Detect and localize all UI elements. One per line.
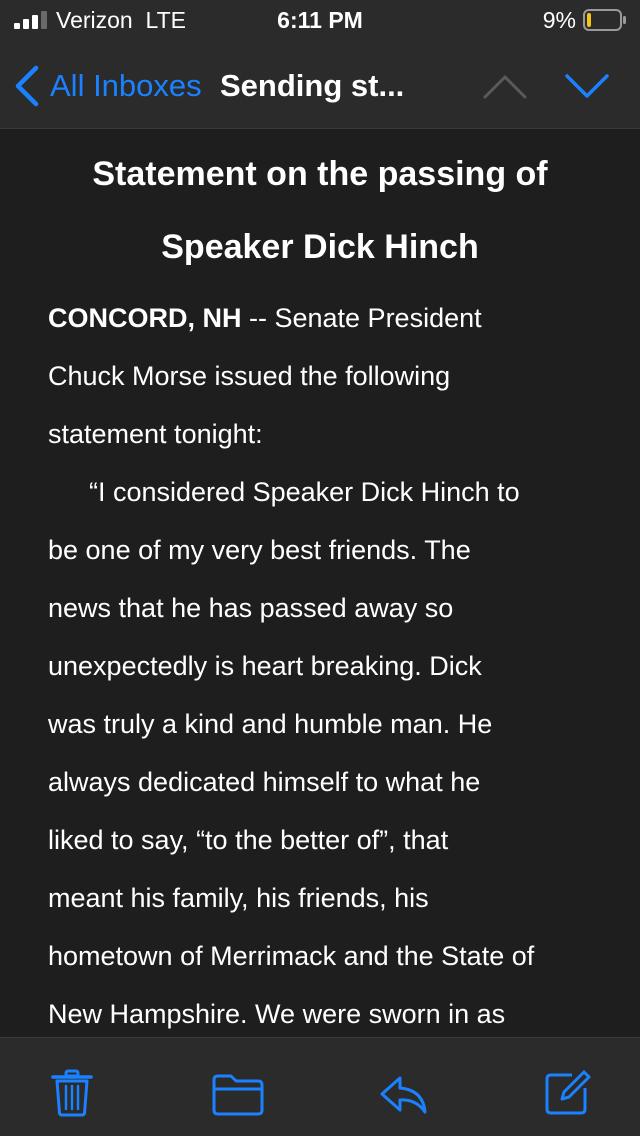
back-button-label: All Inboxes <box>50 68 202 103</box>
body-line: New Hampshire. We were sworn in as <box>48 999 506 1029</box>
body-line: CONCORD, NH -- Senate President <box>48 289 608 347</box>
folder-icon[interactable] <box>211 1068 265 1118</box>
body-line: hometown of Merrimack and the State of <box>48 941 535 971</box>
message-subject-title: Sending st... <box>220 68 405 103</box>
email-body[interactable]: Statement on the passing of Speaker Dick… <box>0 129 640 1037</box>
chevron-up-icon[interactable] <box>481 72 529 100</box>
body-line: “I considered Speaker Dick Hinch to <box>89 477 520 507</box>
body-line: be one of my very best friends. The <box>48 535 471 565</box>
top-bar: Verizon LTE 6:11 PM 9% All Inboxes Sendi… <box>0 0 640 129</box>
dateline: CONCORD, NH <box>48 303 242 333</box>
body-line: news that he has passed away so <box>48 593 454 623</box>
email-title-line: Speaker Dick Hinch <box>161 228 479 266</box>
mail-screen: Verizon LTE 6:11 PM 9% All Inboxes Sendi… <box>0 0 640 1136</box>
navigation-bar: All Inboxes Sending st... <box>0 56 640 116</box>
body-line: liked to say, “to the better of”, that <box>48 825 449 855</box>
chevron-left-icon <box>15 65 39 107</box>
body-line: always dedicated himself to what he <box>48 767 481 797</box>
body-line: statement tonight: <box>48 419 263 449</box>
body-line: was truly a kind and humble man. He <box>48 709 493 739</box>
status-bar: Verizon LTE 6:11 PM 9% <box>0 0 640 40</box>
reply-icon[interactable] <box>378 1068 428 1118</box>
trash-icon[interactable] <box>47 1068 97 1118</box>
email-title: Statement on the passing of Speaker Dick… <box>48 138 592 284</box>
back-button[interactable]: All Inboxes <box>14 62 202 110</box>
email-title-line: Statement on the passing of <box>92 155 548 193</box>
body-line: meant his family, his friends, his <box>48 883 429 913</box>
body-line: unexpectedly is heart breaking. Dick <box>48 651 482 681</box>
bottom-toolbar <box>0 1037 640 1136</box>
battery-percent: 9% <box>542 7 576 33</box>
email-body-text: CONCORD, NH -- Senate President Chuck Mo… <box>48 289 608 1037</box>
body-line-text: -- Senate President <box>241 303 482 333</box>
chevron-down-icon[interactable] <box>563 72 611 100</box>
body-line: Chuck Morse issued the following <box>48 361 451 391</box>
battery-icon <box>583 9 626 31</box>
compose-icon[interactable] <box>542 1068 592 1118</box>
